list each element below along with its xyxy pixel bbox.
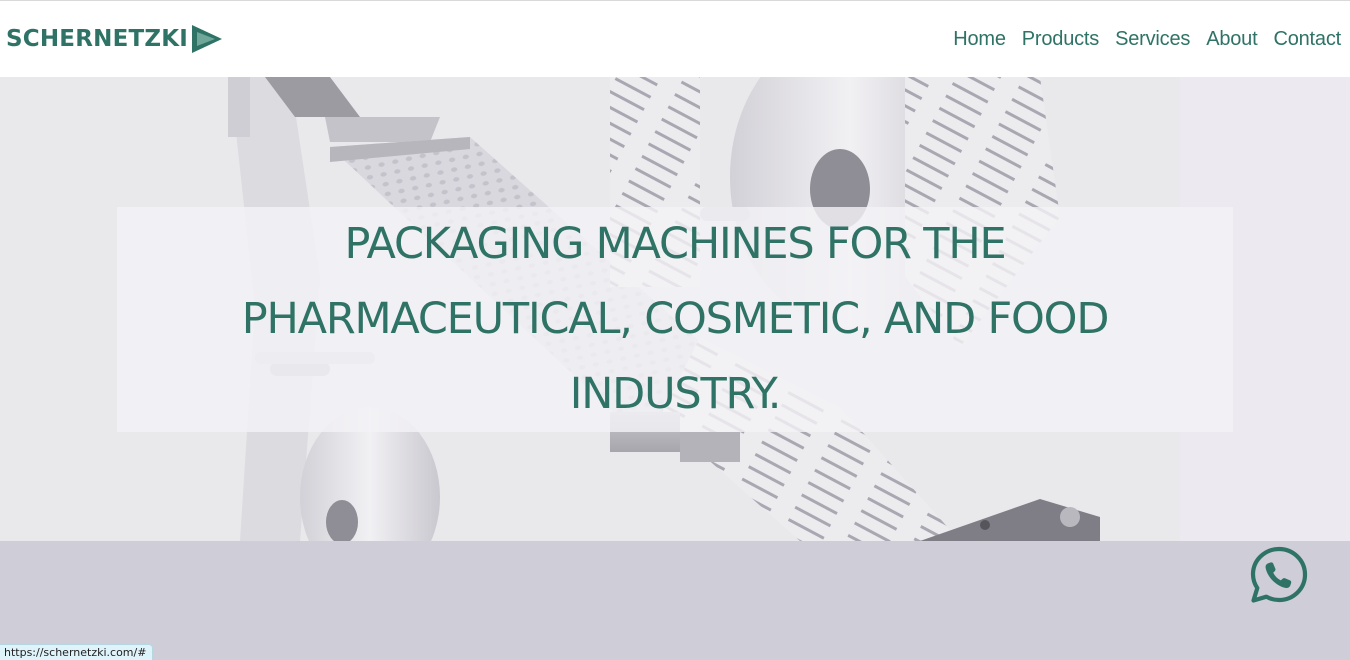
status-bar-url: https://schernetzki.com/# bbox=[0, 644, 154, 660]
hero-headline: PACKAGING MACHINES FOR THE PHARMACEUTICA… bbox=[241, 219, 1110, 419]
whatsapp-icon bbox=[1250, 546, 1308, 603]
whatsapp-button[interactable] bbox=[1249, 545, 1309, 605]
page: SCHERNETZKI Home Products Services About… bbox=[0, 0, 1350, 660]
logo-play-icon bbox=[192, 25, 223, 53]
nav-services[interactable]: Services bbox=[1115, 25, 1190, 53]
nav-about[interactable]: About bbox=[1206, 25, 1257, 53]
lower-section bbox=[0, 541, 1350, 660]
site-header: SCHERNETZKI Home Products Services About… bbox=[0, 0, 1350, 77]
main-nav: Home Products Services About Contact bbox=[953, 25, 1341, 53]
hero-section: PACKAGING MACHINES FOR THE PHARMACEUTICA… bbox=[0, 77, 1350, 541]
logo-text: SCHERNETZKI bbox=[6, 26, 189, 52]
logo-link[interactable]: SCHERNETZKI bbox=[6, 23, 223, 55]
nav-home[interactable]: Home bbox=[953, 25, 1006, 53]
headline-box: PACKAGING MACHINES FOR THE PHARMACEUTICA… bbox=[117, 207, 1233, 432]
nav-products[interactable]: Products bbox=[1022, 25, 1100, 53]
nav-contact[interactable]: Contact bbox=[1273, 25, 1341, 53]
